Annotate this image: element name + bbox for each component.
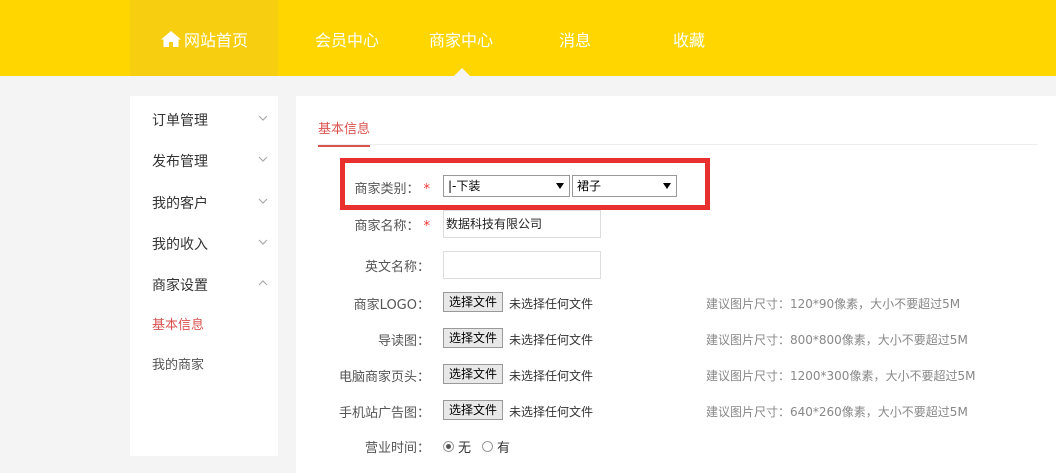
required-mark: * xyxy=(423,219,431,234)
sidebar-item-label: 我的收入 xyxy=(152,237,208,253)
sidebar-item-label: 发布管理 xyxy=(152,154,208,170)
pc-header-hint: 建议图片尺寸：1200*300像素，大小不要超过5M xyxy=(706,369,976,383)
sidebar-subitem-basic-info[interactable]: 基本信息 xyxy=(152,314,204,333)
top-nav-bar: 网站首页 会员中心 商家中心 消息 收藏 xyxy=(0,0,1056,76)
hours-radio-yes-label: 有 xyxy=(497,441,511,456)
sidebar-item-orders[interactable]: 订单管理 xyxy=(152,110,272,130)
sidebar-item-publish[interactable]: 发布管理 xyxy=(152,151,272,171)
sidebar-item-label: 我的客户 xyxy=(152,196,208,212)
nav-favorites[interactable]: 收藏 xyxy=(634,0,744,76)
nav-member-center[interactable]: 会员中心 xyxy=(292,0,402,76)
nav-home-label: 网站首页 xyxy=(183,31,248,50)
sidebar-item-merchant-settings[interactable]: 商家设置 xyxy=(152,275,272,295)
home-icon xyxy=(160,31,181,47)
main-panel: 基本信息 商家类别： * |-下装 裙子 商家名称： * 数据科技有限公司 英文名称… xyxy=(296,96,1056,473)
hours-radio-yes[interactable] xyxy=(482,441,493,452)
mobile-ad-file-status: 未选择任何文件 xyxy=(509,405,594,419)
hours-label-wrap: 营业时间： xyxy=(296,437,430,457)
name-label: 商家名称： * xyxy=(354,219,431,234)
guide-file-status: 未选择任何文件 xyxy=(509,333,594,347)
mobile-ad-label: 手机站广告图： xyxy=(338,406,430,421)
sidebar-item-customers[interactable]: 我的客户 xyxy=(152,193,272,213)
chevron-up-icon xyxy=(258,280,268,286)
logo-file-status: 未选择任何文件 xyxy=(509,297,594,311)
logo-label-wrap: 商家LOGO： xyxy=(296,294,430,314)
category-select-secondary[interactable]: 裙子 xyxy=(572,175,677,197)
dropdown-arrow-icon xyxy=(663,183,671,189)
sidebar: 订单管理 发布管理 我的客户 我的收入 商家设置 基本信息 我的商家 xyxy=(130,96,278,456)
sidebar-item-income[interactable]: 我的收入 xyxy=(152,234,272,254)
guide-label: 导读图： xyxy=(377,334,430,349)
pc-header-label-wrap: 电脑商家页头： xyxy=(296,366,430,386)
hours-radio-none-label: 无 xyxy=(458,441,472,456)
guide-file-button[interactable]: 选择文件 xyxy=(443,328,503,348)
hours-label: 营业时间： xyxy=(364,441,430,456)
pc-header-label: 电脑商家页头： xyxy=(338,370,430,385)
english-name-input[interactable] xyxy=(443,251,601,279)
nav-merchant-center[interactable]: 商家中心 xyxy=(406,0,516,76)
category-label-wrap: 商家类别： * xyxy=(296,178,430,198)
chevron-down-icon xyxy=(258,156,268,162)
chevron-down-icon xyxy=(258,239,268,245)
category-label: 商家类别： * xyxy=(354,182,431,197)
category-select-primary[interactable]: |-下装 xyxy=(443,175,570,197)
sidebar-item-label: 订单管理 xyxy=(152,113,208,129)
chevron-down-icon xyxy=(258,198,268,204)
mobile-ad-label-wrap: 手机站广告图： xyxy=(296,402,430,422)
dropdown-arrow-icon xyxy=(556,183,564,189)
mobile-ad-file-button[interactable]: 选择文件 xyxy=(443,400,503,420)
logo-file-button[interactable]: 选择文件 xyxy=(443,292,503,312)
active-nav-caret-icon xyxy=(454,68,470,76)
english-name-label: 英文名称： xyxy=(364,260,430,275)
sidebar-subitem-my-merchant[interactable]: 我的商家 xyxy=(152,354,204,373)
english-name-label-wrap: 英文名称： xyxy=(296,256,430,276)
tab-divider xyxy=(318,144,1038,145)
pc-header-file-button[interactable]: 选择文件 xyxy=(443,364,503,384)
tab-basic-info[interactable]: 基本信息 xyxy=(318,118,371,147)
sidebar-item-label: 商家设置 xyxy=(152,278,208,294)
guide-label-wrap: 导读图： xyxy=(296,330,430,350)
required-mark: * xyxy=(423,182,431,197)
hours-radio-none[interactable] xyxy=(443,441,454,452)
logo-hint: 建议图片尺寸：120*90像素，大小不要超过5M xyxy=(706,297,961,311)
logo-label: 商家LOGO： xyxy=(353,298,430,313)
nav-messages[interactable]: 消息 xyxy=(520,0,630,76)
pc-header-file-status: 未选择任何文件 xyxy=(509,369,594,383)
name-label-wrap: 商家名称： * xyxy=(296,215,430,235)
nav-home[interactable]: 网站首页 xyxy=(130,0,278,76)
mobile-ad-hint: 建议图片尺寸：640*260像素，大小不要超过5M xyxy=(706,405,968,419)
merchant-name-input[interactable]: 数据科技有限公司 xyxy=(443,210,601,238)
guide-hint: 建议图片尺寸：800*800像素，大小不要超过5M xyxy=(706,333,968,347)
chevron-down-icon xyxy=(258,115,268,121)
